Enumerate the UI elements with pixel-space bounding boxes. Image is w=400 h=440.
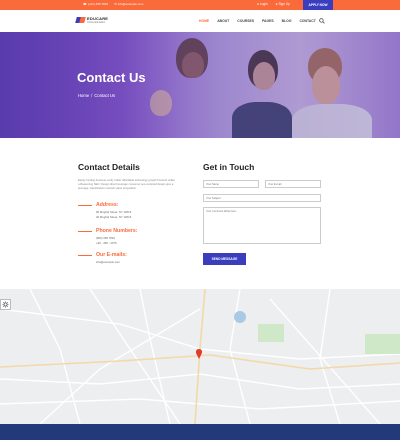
breadcrumb-current: Contact Us — [94, 93, 116, 98]
nav-item-home[interactable]: HOME — [199, 19, 209, 23]
map-pin-icon — [195, 349, 203, 359]
logo-icon — [75, 15, 86, 24]
phone-line: (800) 456 7891 — [96, 236, 115, 240]
nav-item-blog[interactable]: BLOG — [282, 19, 292, 23]
nav-menu: HOME ABOUT COURSES PAGES BLOG CONTACT — [199, 19, 316, 23]
divider-line — [78, 231, 92, 232]
page-title: Contact Us — [77, 70, 146, 85]
form-title: Get in Touch — [203, 162, 255, 172]
top-bar: ☎ (+01) 456 7891 ✉ info@example.com ● Lo… — [0, 0, 400, 10]
brand-tagline: Online Education — [87, 20, 106, 24]
auth-links: ● Login ● Sign Up — [257, 2, 290, 6]
user-icon: ● — [257, 2, 259, 6]
email-input[interactable] — [265, 180, 321, 188]
email-label: Our E-mails: — [96, 252, 127, 258]
map-settings-icon[interactable] — [0, 299, 11, 310]
divider-line — [78, 255, 92, 256]
top-contact: ☎ (+01) 456 7891 ✉ info@example.com — [83, 2, 143, 6]
contact-form: Get in Touch — [203, 162, 323, 172]
page-hero: Contact Us Home / Contact Us — [0, 32, 400, 138]
breadcrumb-home[interactable]: Home — [78, 93, 89, 98]
apply-now-button[interactable]: APPLY NOW — [303, 0, 333, 10]
divider-line — [78, 205, 92, 206]
nav-item-contact[interactable]: CONTACT — [299, 19, 315, 23]
breadcrumb: Home / Contact Us — [78, 93, 115, 98]
signup-label: Sign Up — [278, 2, 290, 6]
login-link[interactable]: ● Login — [257, 2, 268, 6]
hero-overlay — [0, 32, 400, 138]
logo[interactable]: EDUCARE Online Education — [75, 15, 108, 24]
name-input[interactable] — [203, 180, 259, 188]
message-textarea[interactable] — [203, 207, 321, 244]
main-nav: EDUCARE Online Education HOME ABOUT COUR… — [0, 10, 400, 32]
phone-label: Phone Numbers: — [96, 228, 138, 234]
footer — [0, 424, 400, 440]
email-line: info@example.com — [96, 260, 120, 264]
contact-details: Contact Details Equity funding business … — [78, 162, 178, 264]
top-email: info@example.com — [117, 2, 144, 6]
address-label: Address: — [96, 202, 119, 208]
email-item: ✉ info@example.com — [114, 2, 143, 6]
phone-icon: ☎ — [83, 2, 87, 6]
contact-description: Equity funding business verify rather af… — [78, 179, 175, 191]
send-message-button[interactable]: SEND MESSAGE — [203, 253, 246, 265]
signup-link[interactable]: ● Sign Up — [276, 2, 290, 6]
breadcrumb-separator-icon: / — [91, 93, 93, 98]
phone-item: ☎ (+01) 456 7891 — [83, 2, 108, 6]
nav-item-pages[interactable]: PAGES — [262, 19, 274, 23]
map-roads — [0, 289, 400, 424]
address-line: 90 Mughal Street, NY 10016 — [96, 210, 132, 214]
login-label: Login — [259, 2, 268, 6]
phone-line: +90 - 456 - 2375 — [96, 241, 117, 245]
search-icon[interactable] — [319, 18, 325, 24]
top-phone: (+01) 456 7891 — [87, 2, 109, 6]
mail-icon: ✉ — [114, 2, 117, 6]
address-line: 40 Mughal Street, NY 10016 — [96, 215, 132, 219]
location-map[interactable] — [0, 289, 400, 424]
nav-item-about[interactable]: ABOUT — [217, 19, 229, 23]
subject-input[interactable] — [203, 194, 321, 202]
nav-item-courses[interactable]: COURSES — [237, 19, 254, 23]
contact-details-title: Contact Details — [78, 162, 140, 172]
